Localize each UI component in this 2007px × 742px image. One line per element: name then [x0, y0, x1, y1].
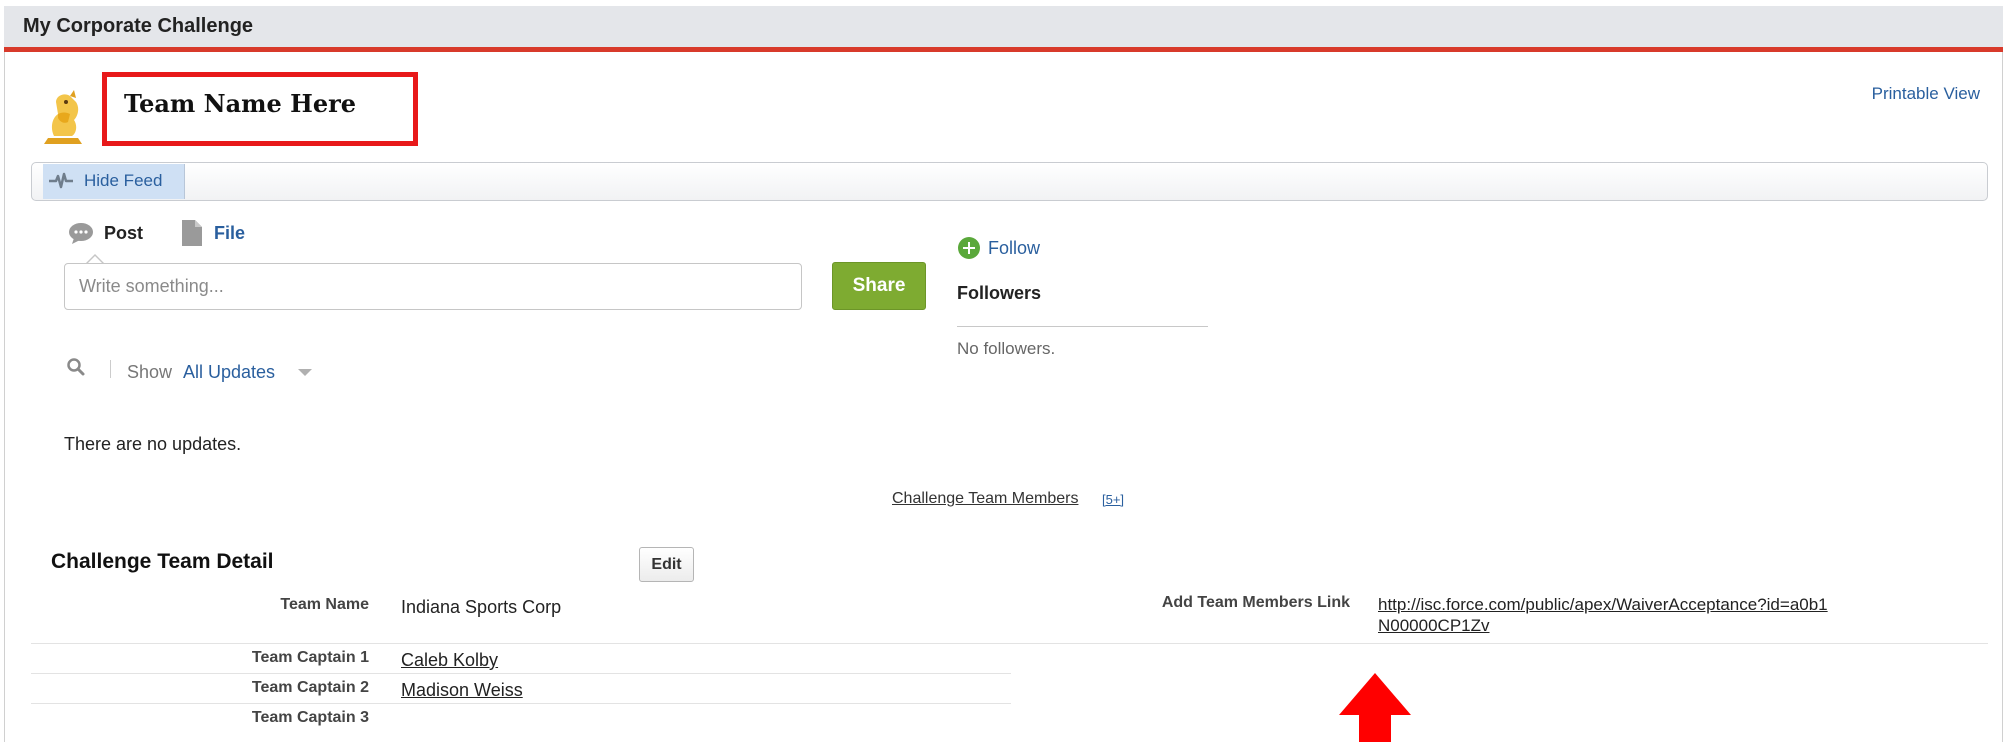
no-followers-message: No followers.	[957, 339, 1056, 358]
field-label-team-captain-3: Team Captain 3	[251, 709, 369, 726]
page-frame	[4, 52, 2003, 742]
post-bubble-icon	[69, 223, 93, 244]
no-updates-message: There are no updates.	[64, 434, 242, 454]
field-value-team-name: Indiana Sports Corp	[401, 597, 562, 617]
field-value-team-captain-1[interactable]: Caleb Kolby	[401, 650, 498, 671]
file-icon	[182, 220, 202, 246]
search-icon[interactable]	[66, 357, 86, 377]
field-label-add-team-members-link: Add Team Members Link	[1161, 594, 1350, 611]
app-tab-bar: My Corporate Challenge	[4, 6, 2003, 52]
share-button[interactable]: Share	[832, 262, 926, 310]
post-input[interactable]	[64, 263, 802, 310]
edit-button[interactable]: Edit	[639, 547, 694, 582]
followers-divider	[957, 326, 1208, 327]
field-label-team-name: Team Name	[280, 596, 369, 613]
field-value-team-captain-2[interactable]: Madison Weiss	[401, 680, 523, 701]
row-divider	[31, 703, 1011, 704]
row-divider	[31, 673, 1011, 674]
show-label: Show	[127, 362, 173, 382]
add-team-members-url[interactable]: http://isc.force.com/public/apex/WaiverA…	[1378, 594, 1838, 636]
app-tab-title[interactable]: My Corporate Challenge	[23, 15, 253, 38]
dropdown-caret-icon[interactable]	[298, 369, 312, 376]
follow-link[interactable]: Follow	[988, 238, 1040, 259]
follow-plus-icon[interactable]	[958, 237, 980, 259]
printable-view-link[interactable]: Printable View	[1872, 84, 1980, 104]
page-title: Team Name Here	[124, 89, 357, 118]
row-divider	[31, 643, 1988, 644]
feed-toolbar	[31, 162, 1988, 201]
feed-icon	[49, 172, 73, 189]
section-title: Challenge Team Detail	[51, 550, 274, 573]
annotation-arrow-icon	[1339, 673, 1411, 742]
post-tab[interactable]: Post	[104, 223, 143, 244]
file-tab[interactable]: File	[214, 223, 245, 244]
field-label-team-captain-1: Team Captain 1	[251, 649, 369, 666]
hide-feed-label[interactable]: Hide Feed	[84, 171, 162, 191]
field-label-team-captain-2: Team Captain 2	[251, 679, 369, 696]
challenge-team-members-link[interactable]: Challenge Team Members	[892, 490, 1078, 508]
followers-heading: Followers	[957, 283, 1042, 303]
avatar-icon	[44, 90, 82, 144]
filter-divider	[110, 360, 111, 378]
feed-filter-dropdown[interactable]: All Updates	[183, 362, 275, 383]
related-list-count[interactable]: [5+]	[1102, 492, 1124, 507]
